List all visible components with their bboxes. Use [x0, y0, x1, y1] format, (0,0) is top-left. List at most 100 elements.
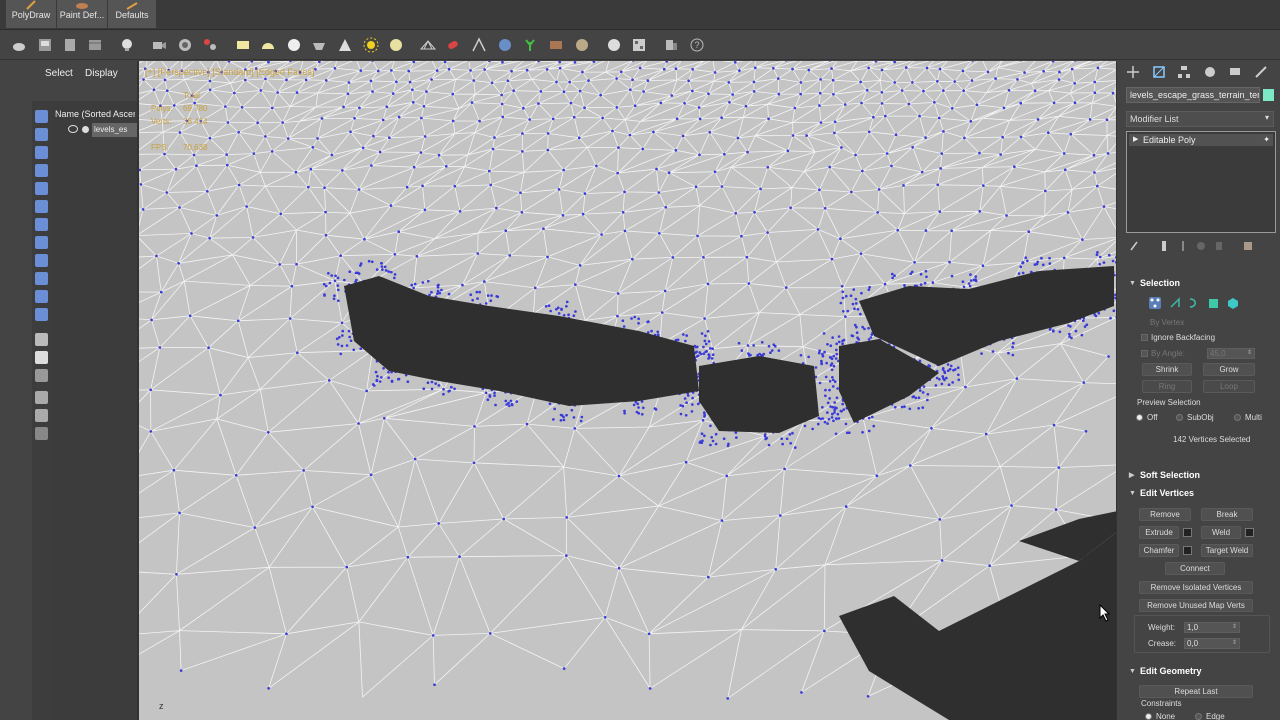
perspective-viewport[interactable]: [+] [Perspective] [Standard] [Edged Face…	[137, 61, 1116, 720]
remove-isolated-vertices-button[interactable]: Remove Isolated Vertices	[1139, 581, 1253, 594]
object-color-swatch[interactable]	[1263, 89, 1274, 101]
display-none-icon[interactable]	[35, 351, 48, 364]
expand-triangle-icon[interactable]: ▶	[1133, 134, 1138, 146]
filter-cameras-icon[interactable]	[35, 164, 48, 177]
sky-icon[interactable]	[388, 37, 404, 53]
capsule-icon[interactable]	[445, 37, 461, 53]
polydraw-button[interactable]: PolyDraw	[6, 0, 56, 28]
edit-vertices-rollout-header[interactable]: ▼ Edit Vertices	[1122, 486, 1278, 501]
render-frame-icon[interactable]	[62, 37, 78, 53]
ignore-backfacing-checkbox[interactable]	[1141, 334, 1148, 341]
remove-button[interactable]: Remove	[1139, 508, 1191, 521]
spinner-arrows-icon[interactable]: ⇕	[1232, 639, 1237, 648]
utilities-icon[interactable]	[663, 37, 679, 53]
shrink-button[interactable]: Shrink	[1142, 363, 1192, 376]
weight-spinner[interactable]: 1,0 ⇕	[1184, 622, 1240, 633]
teapot-icon[interactable]	[11, 37, 27, 53]
preview-subobj-radio[interactable]	[1176, 414, 1183, 421]
by-angle-checkbox[interactable]	[1141, 350, 1148, 357]
remove-unused-map-verts-button[interactable]: Remove Unused Map Verts	[1139, 599, 1253, 612]
delete-modifier-icon[interactable]	[1214, 240, 1224, 252]
polygon-mode-icon[interactable]	[1207, 297, 1219, 309]
filter-helpers-icon[interactable]	[35, 182, 48, 195]
filter-shapes-icon[interactable]	[35, 128, 48, 141]
chamfer-button[interactable]: Chamfer	[1139, 544, 1179, 557]
hemisphere-icon[interactable]	[260, 37, 276, 53]
constraint-none-radio[interactable]	[1145, 713, 1152, 720]
extrude-button[interactable]: Extrude	[1139, 526, 1179, 539]
modify-tab-icon[interactable]	[1152, 65, 1166, 79]
object-name-field[interactable]: levels_escape_grass_terrain_terr	[1126, 87, 1260, 103]
list-item[interactable]: levels_es	[68, 123, 137, 137]
material-editor-icon[interactable]	[631, 37, 647, 53]
bowl-icon[interactable]	[311, 37, 327, 53]
show-end-result-icon[interactable]	[1159, 240, 1169, 252]
preview-multi-radio[interactable]	[1234, 414, 1241, 421]
make-unique-icon[interactable]	[1178, 240, 1188, 252]
element-mode-icon[interactable]	[1227, 297, 1239, 309]
sun-icon[interactable]	[363, 37, 379, 53]
selection-rollout-header[interactable]: ▼ Selection	[1122, 276, 1278, 291]
display-all-icon[interactable]	[35, 333, 48, 346]
hair-icon[interactable]	[548, 37, 564, 53]
defaults-button[interactable]: Defaults	[108, 0, 156, 28]
spinner-arrows-icon[interactable]: ⇕	[1247, 349, 1252, 358]
filter-spacewarps-icon[interactable]	[35, 200, 48, 213]
repeat-last-button[interactable]: Repeat Last	[1139, 685, 1253, 698]
viewport-label[interactable]: [+] [Perspective] [Standard] [Edged Face…	[145, 67, 314, 77]
display-invert-icon[interactable]	[35, 369, 48, 382]
break-button[interactable]: Break	[1201, 508, 1253, 521]
cone-icon[interactable]	[337, 37, 353, 53]
grow-button[interactable]: Grow	[1203, 363, 1255, 376]
find-icon[interactable]	[35, 391, 48, 404]
plant-icon[interactable]	[522, 37, 538, 53]
light-bulb-icon[interactable]	[119, 37, 135, 53]
helper-icon[interactable]	[177, 37, 193, 53]
edge-mode-icon[interactable]	[1169, 297, 1181, 309]
grid-icon[interactable]	[420, 37, 436, 53]
preview-off-radio[interactable]	[1136, 414, 1143, 421]
vertex-mode-icon[interactable]	[1149, 297, 1161, 309]
constraint-edge-radio[interactable]	[1195, 713, 1202, 720]
soft-selection-rollout-header[interactable]: ▶ Soft Selection	[1122, 468, 1278, 483]
bones-icon[interactable]	[471, 37, 487, 53]
ring-button[interactable]: Ring	[1142, 380, 1192, 393]
filter-groups-icon[interactable]	[35, 218, 48, 231]
tab-display[interactable]: Display	[85, 68, 118, 79]
filter-bones-icon[interactable]	[35, 254, 48, 267]
filter-frozen-icon[interactable]	[35, 290, 48, 303]
edit-geometry-rollout-header[interactable]: ▼ Edit Geometry	[1122, 664, 1278, 679]
tab-select[interactable]: Select	[45, 68, 73, 79]
utilities-tab-icon[interactable]	[1254, 65, 1268, 79]
layers-icon[interactable]	[35, 427, 48, 440]
particles-icon[interactable]	[202, 37, 218, 53]
stack-item-editable-poly[interactable]: ▶ Editable Poly ✦	[1129, 134, 1273, 146]
spinner-arrows-icon[interactable]: ⇕	[1232, 623, 1237, 632]
target-weld-button[interactable]: Target Weld	[1201, 544, 1253, 557]
filter-hidden-icon[interactable]	[35, 308, 48, 321]
loop-button[interactable]: Loop	[1203, 380, 1255, 393]
help-icon[interactable]: ?	[689, 37, 705, 53]
render-setup-icon[interactable]	[37, 37, 53, 53]
lightbulb-icon[interactable]: ✦	[1263, 134, 1270, 146]
material-sphere-icon[interactable]	[606, 37, 622, 53]
sphere-icon[interactable]	[286, 37, 302, 53]
plane-icon[interactable]	[235, 37, 251, 53]
filter-icon[interactable]	[35, 409, 48, 422]
weld-settings-button[interactable]	[1245, 528, 1254, 537]
cloth-icon[interactable]	[574, 37, 590, 53]
filter-xrefs-icon[interactable]	[35, 236, 48, 249]
name-column-header[interactable]: Name (Sorted Ascen	[55, 109, 135, 119]
globe-icon[interactable]	[497, 37, 513, 53]
extrude-settings-button[interactable]	[1183, 528, 1192, 537]
filter-geometry-icon[interactable]	[35, 110, 48, 123]
create-tab-icon[interactable]	[1126, 65, 1140, 79]
paint-deform-button[interactable]: Paint Def...	[57, 0, 107, 28]
render-window-icon[interactable]	[87, 37, 103, 53]
by-angle-spinner[interactable]: 45,0 ⇕	[1207, 348, 1255, 359]
border-mode-icon[interactable]	[1187, 297, 1199, 309]
configure-sets-icon[interactable]	[1243, 240, 1253, 252]
filter-containers-icon[interactable]	[35, 272, 48, 285]
modifier-list-dropdown[interactable]: Modifier List ▾	[1126, 111, 1274, 127]
pin-stack-icon[interactable]	[1129, 240, 1139, 252]
